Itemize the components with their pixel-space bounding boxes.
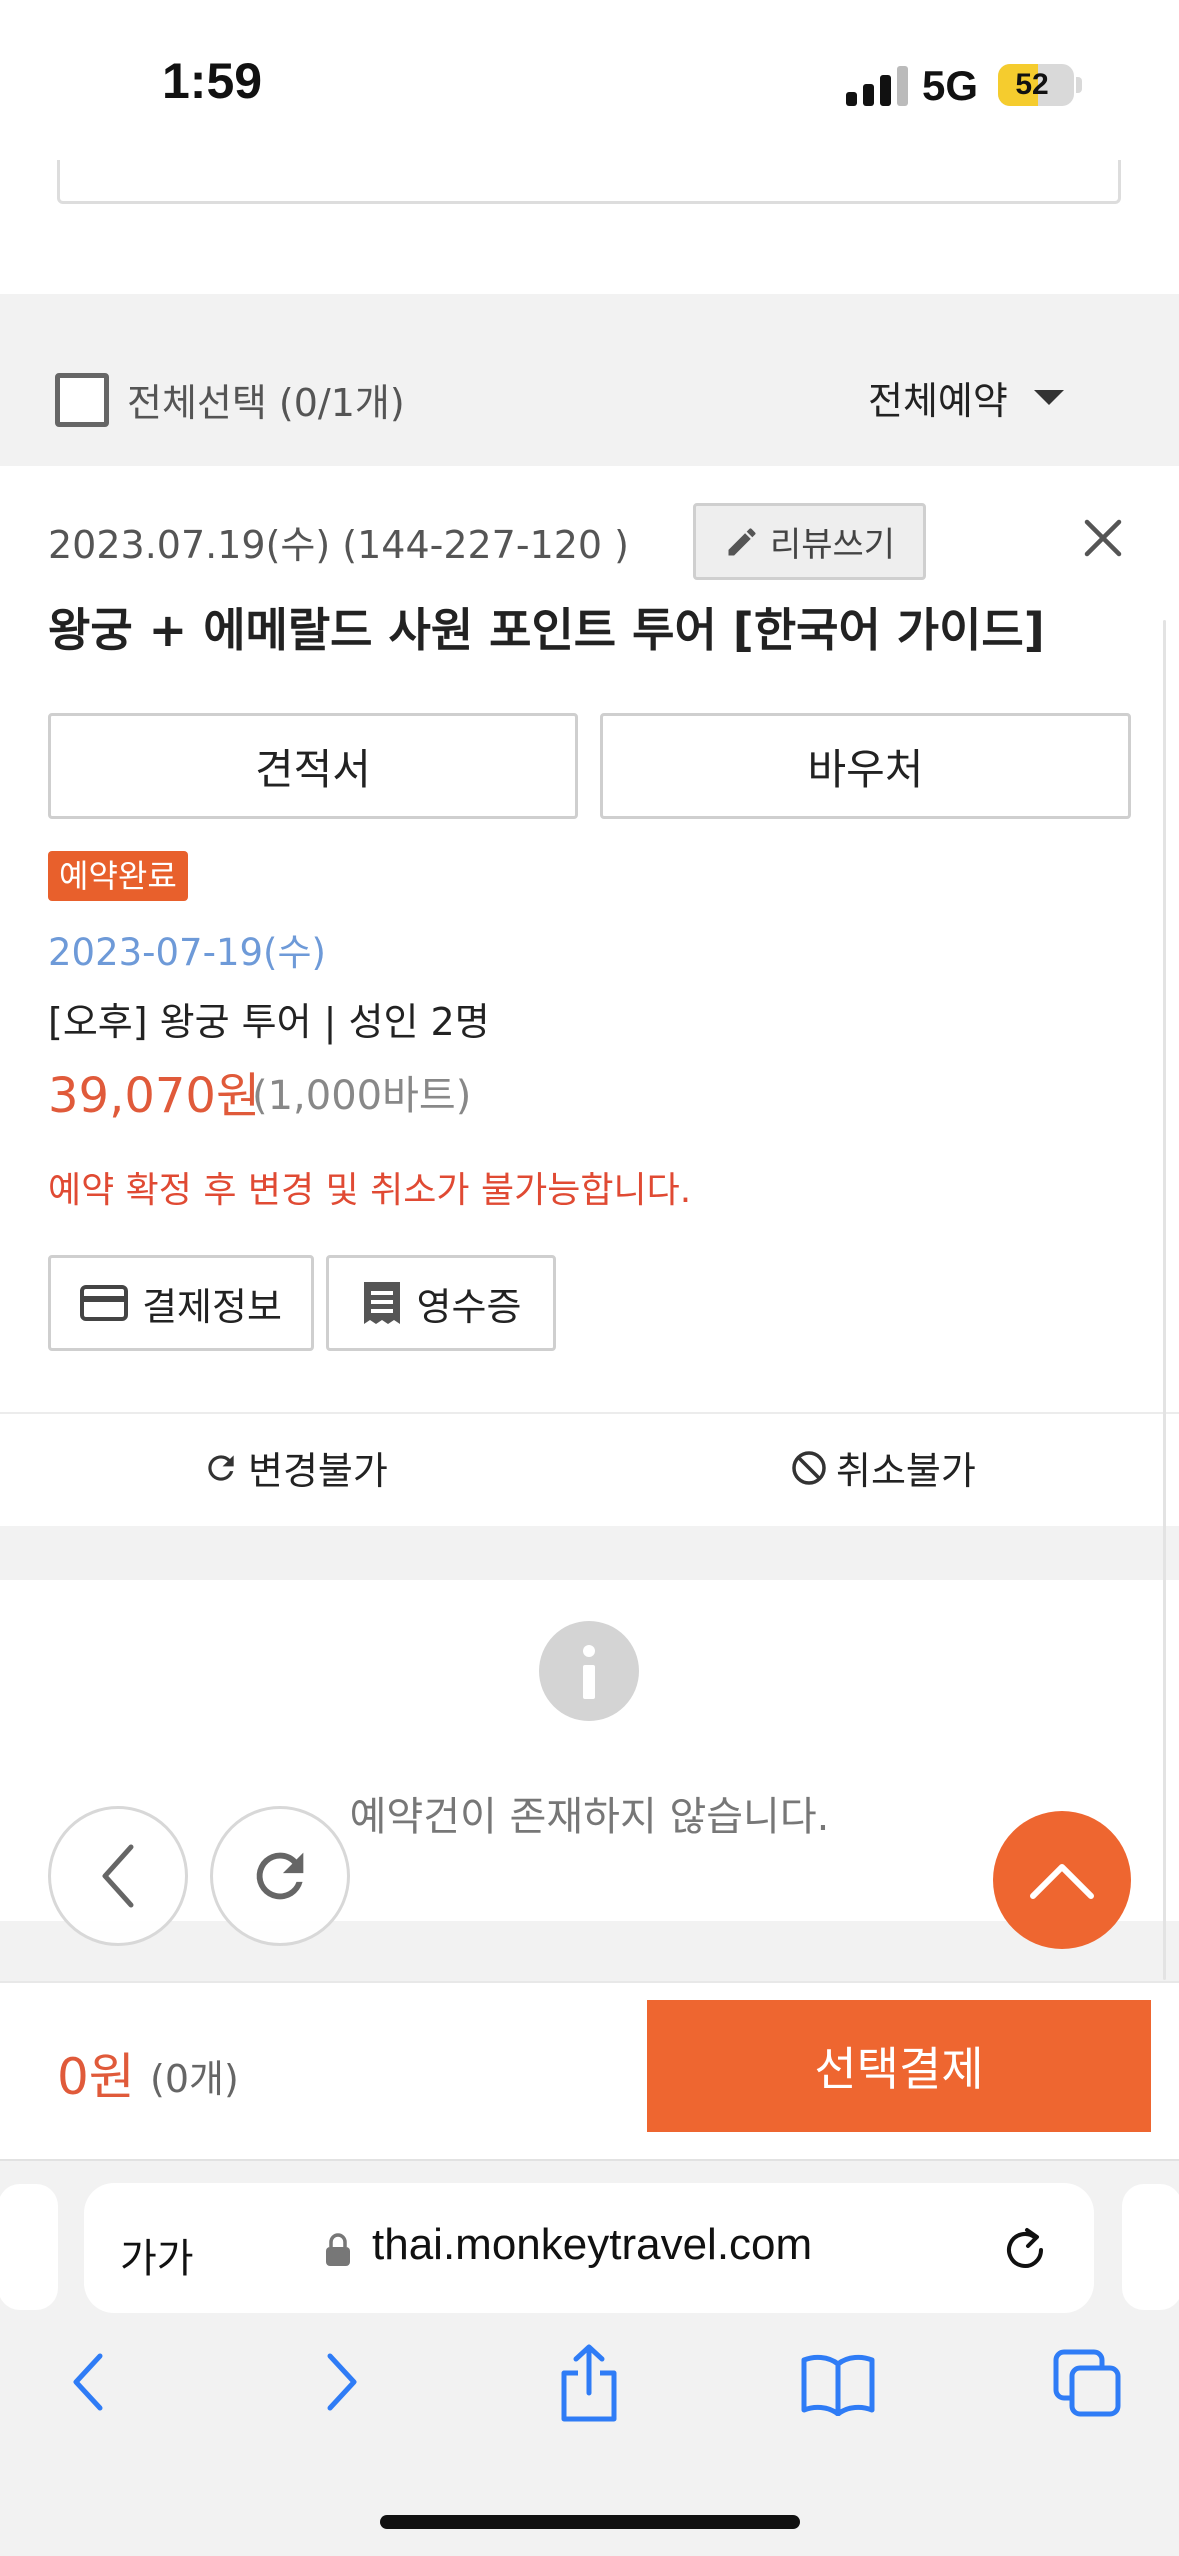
receipt-button[interactable]: 영수증 bbox=[326, 1255, 556, 1351]
caret-down-icon bbox=[1033, 390, 1064, 405]
select-all-checkbox[interactable] bbox=[55, 372, 109, 427]
url-text[interactable]: thai.monkeytravel.com bbox=[372, 2220, 812, 2270]
receipt-label: 영수증 bbox=[416, 1284, 522, 1329]
tabs-icon[interactable] bbox=[1052, 2348, 1122, 2418]
battery-level: 52 bbox=[1015, 68, 1049, 101]
divider bbox=[0, 1412, 1179, 1414]
section-gap-bottom bbox=[0, 1921, 1179, 1981]
quote-button[interactable]: 견적서 bbox=[48, 713, 578, 819]
price-local: (1,000바트) bbox=[252, 1073, 472, 1119]
back-icon bbox=[102, 1844, 134, 1908]
lock-icon bbox=[326, 2233, 350, 2266]
select-all-label: 전체선택 (0/1개) bbox=[127, 381, 405, 425]
reload-page-button[interactable] bbox=[210, 1806, 350, 1946]
pencil-icon bbox=[728, 527, 756, 555]
voucher-button[interactable]: 바우처 bbox=[600, 713, 1131, 819]
card-icon bbox=[80, 1285, 129, 1321]
section-gap bbox=[0, 1526, 1179, 1580]
cancellation-warning: 예약 확정 후 변경 및 취소가 불가능합니다. bbox=[48, 1170, 692, 1211]
bookmarks-icon[interactable] bbox=[800, 2352, 876, 2416]
price: 39,070원 bbox=[48, 1068, 261, 1124]
cancel-unavailable-label: 취소불가 bbox=[836, 1449, 976, 1493]
change-unavailable: 변경불가 bbox=[202, 1440, 388, 1495]
status-time: 1:59 bbox=[162, 53, 263, 109]
booking-filter-label: 전체예약 bbox=[868, 379, 1008, 423]
reload-icon bbox=[256, 1852, 304, 1900]
payment-info-button[interactable]: 결제정보 bbox=[48, 1255, 314, 1351]
previous-tab-edge[interactable] bbox=[0, 2184, 58, 2310]
battery-tip bbox=[1076, 77, 1082, 93]
booking-filter-dropdown[interactable]: 전체예약 bbox=[868, 370, 1064, 425]
receipt-icon bbox=[363, 1282, 400, 1324]
pay-selected-button[interactable]: 선택결제 bbox=[647, 2000, 1151, 2132]
change-unavailable-label: 변경불가 bbox=[248, 1449, 388, 1493]
tour-date: 2023-07-19(수) bbox=[48, 931, 326, 974]
refresh-icon bbox=[208, 1454, 234, 1481]
forward-icon[interactable] bbox=[320, 2350, 364, 2414]
text-size-button[interactable]: 가가 bbox=[120, 2226, 194, 2284]
network-type: 5G bbox=[922, 62, 979, 109]
reload-icon[interactable] bbox=[997, 2222, 1053, 2278]
empty-message: 예약건이 존재하지 않습니다. bbox=[349, 1794, 830, 1840]
write-review-button[interactable]: 리뷰쓰기 bbox=[693, 503, 926, 580]
cancel-unavailable: 취소불가 bbox=[790, 1440, 976, 1495]
info-icon bbox=[539, 1621, 639, 1721]
select-all[interactable]: 전체선택 (0/1개) bbox=[55, 372, 405, 427]
order-meta: 2023.07.19(수) (144-227-120 ) bbox=[48, 523, 630, 567]
product-title: 왕궁 + 에메랄드 사원 포인트 투어 [한국어 가이드] bbox=[48, 603, 1045, 657]
chevron-up-icon bbox=[1030, 1864, 1094, 1899]
signal-icon bbox=[846, 66, 908, 106]
share-icon[interactable] bbox=[556, 2343, 622, 2423]
back-button[interactable] bbox=[48, 1806, 188, 1946]
tour-option: [오후] 왕궁 투어 | 성인 2명 bbox=[48, 1000, 490, 1044]
scrollbar[interactable] bbox=[1163, 620, 1166, 1980]
prohibit-icon bbox=[792, 1450, 826, 1485]
status-badge: 예약완료 bbox=[48, 851, 188, 901]
next-tab-edge[interactable] bbox=[1122, 2184, 1179, 2310]
home-indicator bbox=[380, 2515, 800, 2529]
payment-info-label: 결제정보 bbox=[142, 1284, 282, 1329]
write-review-label: 리뷰쓰기 bbox=[769, 525, 896, 565]
selected-amount: 0원 bbox=[57, 2048, 135, 2106]
close-icon[interactable] bbox=[1081, 516, 1125, 560]
back-icon[interactable] bbox=[66, 2350, 110, 2414]
previous-card-edge bbox=[57, 160, 1121, 204]
selected-count: (0개) bbox=[150, 2057, 239, 2101]
status-bar: 1:59 5G 52 bbox=[0, 0, 1179, 160]
scroll-top-button[interactable] bbox=[993, 1811, 1131, 1949]
battery-icon: 52 bbox=[998, 64, 1074, 106]
